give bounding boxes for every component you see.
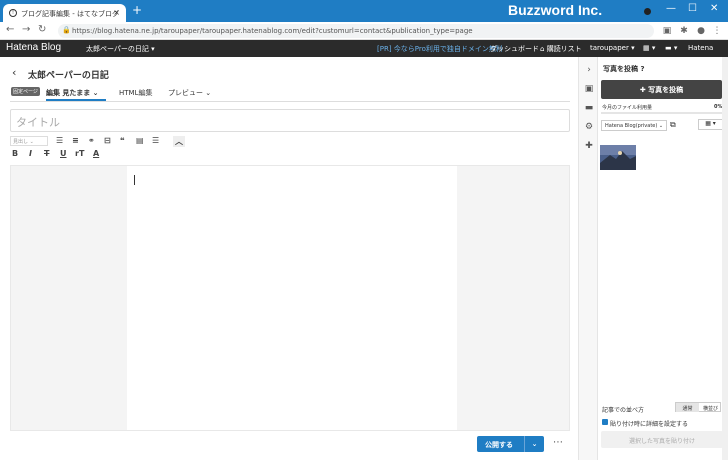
tab-html[interactable]: HTML編集 <box>119 88 152 98</box>
photo-panel: 写真を投稿 ? ✚ 写真を投稿 今月のファイル利用量 0% Hatena Blo… <box>598 57 728 460</box>
notifications-icon[interactable]: ▬ ▾ <box>665 44 677 52</box>
editor-toolbar-row2: B I T U rT A <box>10 149 120 161</box>
strike-icon[interactable]: T <box>44 149 49 158</box>
hatena-favicon-icon: ! <box>9 9 17 17</box>
sort-normal-button[interactable]: 通常 <box>676 403 699 412</box>
blog-switcher[interactable]: 太郎ペーパーの日記 ▾ <box>86 44 155 54</box>
album-select[interactable]: Hatena Blog(private) ⌄ <box>601 120 667 131</box>
tab-close-icon[interactable]: × <box>113 8 120 17</box>
font-size-icon[interactable]: rT <box>75 149 84 158</box>
editor-content-column[interactable] <box>127 166 457 430</box>
menu-dots-icon[interactable]: ⋮ <box>712 26 722 36</box>
gear-icon[interactable]: ⚙ <box>583 122 595 134</box>
detail-checkbox-label: 貼り付け時に詳細を設定する <box>610 421 689 428</box>
reading-list-link[interactable]: ⌂ 購読リスト <box>540 44 582 54</box>
profile-icon[interactable]: ● <box>696 26 706 36</box>
panel-title-text: 写真を投稿 <box>603 65 638 73</box>
address-bar-row: ← → ↻ 🔒 https://blog.hatena.ne.jp/taroup… <box>0 22 728 40</box>
post-photo-button[interactable]: ✚ 写真を投稿 <box>601 80 722 99</box>
title-input[interactable]: タイトル <box>10 109 570 132</box>
brand-watermark: Buzzword Inc. <box>508 2 603 18</box>
reading-list-icon: ⌂ <box>540 45 545 53</box>
publish-label: 公開する <box>485 441 513 449</box>
detail-checkbox[interactable] <box>602 419 608 425</box>
sort-label: 記事での並べ方 <box>602 407 645 414</box>
photo-thumbnail[interactable] <box>600 145 636 170</box>
record-indicator-icon <box>644 8 651 15</box>
side-rail: › ▣ ▬ ⚙ ✚ <box>578 57 598 460</box>
browser-title-bar: ! ブログ記事編集 - はてなブログ × + Buzzword Inc. — ☐… <box>0 0 728 22</box>
close-window-button[interactable]: ✕ <box>710 3 718 14</box>
hatena-global-bar: Hatena Blog 太郎ペーパーの日記 ▾ [PR] 今ならPro利用で独自… <box>0 40 728 57</box>
maximize-button[interactable]: ☐ <box>688 3 697 14</box>
text-color-icon[interactable]: A <box>93 149 99 158</box>
apps-grid-icon[interactable]: ▦ ▾ <box>643 44 655 52</box>
reading-list-label: 購読リスト <box>546 45 582 53</box>
usage-bar <box>601 112 723 114</box>
ordered-list-icon[interactable]: ≡ <box>72 136 79 145</box>
help-icon[interactable]: ? <box>640 65 644 73</box>
browser-tab[interactable]: ! ブログ記事編集 - はてなブログ × <box>3 4 126 22</box>
sort-horizontal-button[interactable]: 横並び <box>699 403 722 412</box>
text-cursor <box>134 175 135 185</box>
tab-preview[interactable]: プレビュー ⌄ <box>168 88 211 98</box>
publish-button[interactable]: 公開する ⌄ <box>477 436 544 452</box>
format-select[interactable]: 見出し ⌄ <box>10 136 48 146</box>
blog-title: 太郎ペーパーの日記 <box>28 71 109 81</box>
quote-icon[interactable]: ❝ <box>120 136 125 145</box>
link-icon[interactable]: ⚭ <box>88 136 95 145</box>
external-link-icon[interactable]: ⧉ <box>670 120 676 130</box>
title-placeholder: タイトル <box>16 116 60 129</box>
minimize-button[interactable]: — <box>666 3 676 14</box>
align-icon[interactable]: ☰ <box>152 136 159 145</box>
user-menu[interactable]: taroupaper ▾ <box>590 44 635 52</box>
panel-title: 写真を投稿 ? <box>603 64 645 74</box>
back-icon[interactable]: ← <box>6 24 14 35</box>
page-break-icon[interactable]: ⊟ <box>104 136 111 145</box>
editor-toolbar-row1: 見出し ⌄ ☰ ≡ ⚭ ⊟ ❝ ▤ ☰ ︿ <box>10 136 210 148</box>
plus-icon[interactable]: ✚ <box>583 141 595 153</box>
publish-options-icon[interactable]: ⌄ <box>524 436 544 452</box>
bold-icon[interactable]: B <box>12 149 18 158</box>
editor-body[interactable] <box>10 165 570 431</box>
unordered-list-icon[interactable]: ☰ <box>56 136 63 145</box>
panel-scrollbar[interactable] <box>722 57 728 460</box>
reload-icon[interactable]: ↻ <box>38 24 46 35</box>
collapse-panel-icon[interactable]: › <box>583 65 595 77</box>
photo-panel-icon[interactable]: ▣ <box>583 84 595 96</box>
extension-icon[interactable]: ▣ <box>662 26 672 36</box>
lock-icon: 🔒 <box>62 26 71 34</box>
paste-selected-button[interactable]: 選択した写真を貼り付け <box>601 431 723 448</box>
back-chevron-icon[interactable]: ‹ <box>12 66 16 79</box>
url-text: https://blog.hatena.ne.jp/taroupaper/tar… <box>72 27 473 35</box>
hatena-link[interactable]: Hatena <box>688 44 713 52</box>
fixed-page-badge: 固定ページ <box>11 87 40 96</box>
tab-divider <box>10 101 570 102</box>
underline-icon[interactable]: U <box>60 149 67 158</box>
view-mode-select[interactable]: ▦ ▾ <box>698 119 723 130</box>
tab-title: ブログ記事編集 - はてなブログ <box>21 10 119 18</box>
tab-edit[interactable]: 編集 見たまま ⌄ <box>46 88 99 98</box>
hatena-blog-logo[interactable]: Hatena Blog <box>6 42 61 53</box>
usage-label: 今月のファイル利用量 <box>602 105 653 111</box>
editor-area: ‹ 太郎ペーパーの日記 固定ページ 編集 見たまま ⌄ HTML編集 プレビュー… <box>0 57 578 460</box>
dashboard-link[interactable]: ダッシュボード <box>490 44 539 54</box>
collapse-icon[interactable]: ︿ <box>173 136 185 147</box>
sort-toggle: 通常 横並び <box>675 402 721 412</box>
forward-icon[interactable]: → <box>22 24 30 35</box>
new-tab-button[interactable]: + <box>132 3 142 17</box>
promo-link[interactable]: [PR] 今ならPro利用で独自ドメイン無料 <box>377 44 503 54</box>
puzzle-icon[interactable]: ✱ <box>679 26 689 36</box>
more-options-icon[interactable]: ⋯ <box>553 437 564 448</box>
table-icon[interactable]: ▤ <box>136 136 144 145</box>
italic-icon[interactable]: I <box>29 149 32 158</box>
folder-icon[interactable]: ▬ <box>583 103 595 115</box>
url-field[interactable]: 🔒 https://blog.hatena.ne.jp/taroupaper/t… <box>58 24 654 38</box>
